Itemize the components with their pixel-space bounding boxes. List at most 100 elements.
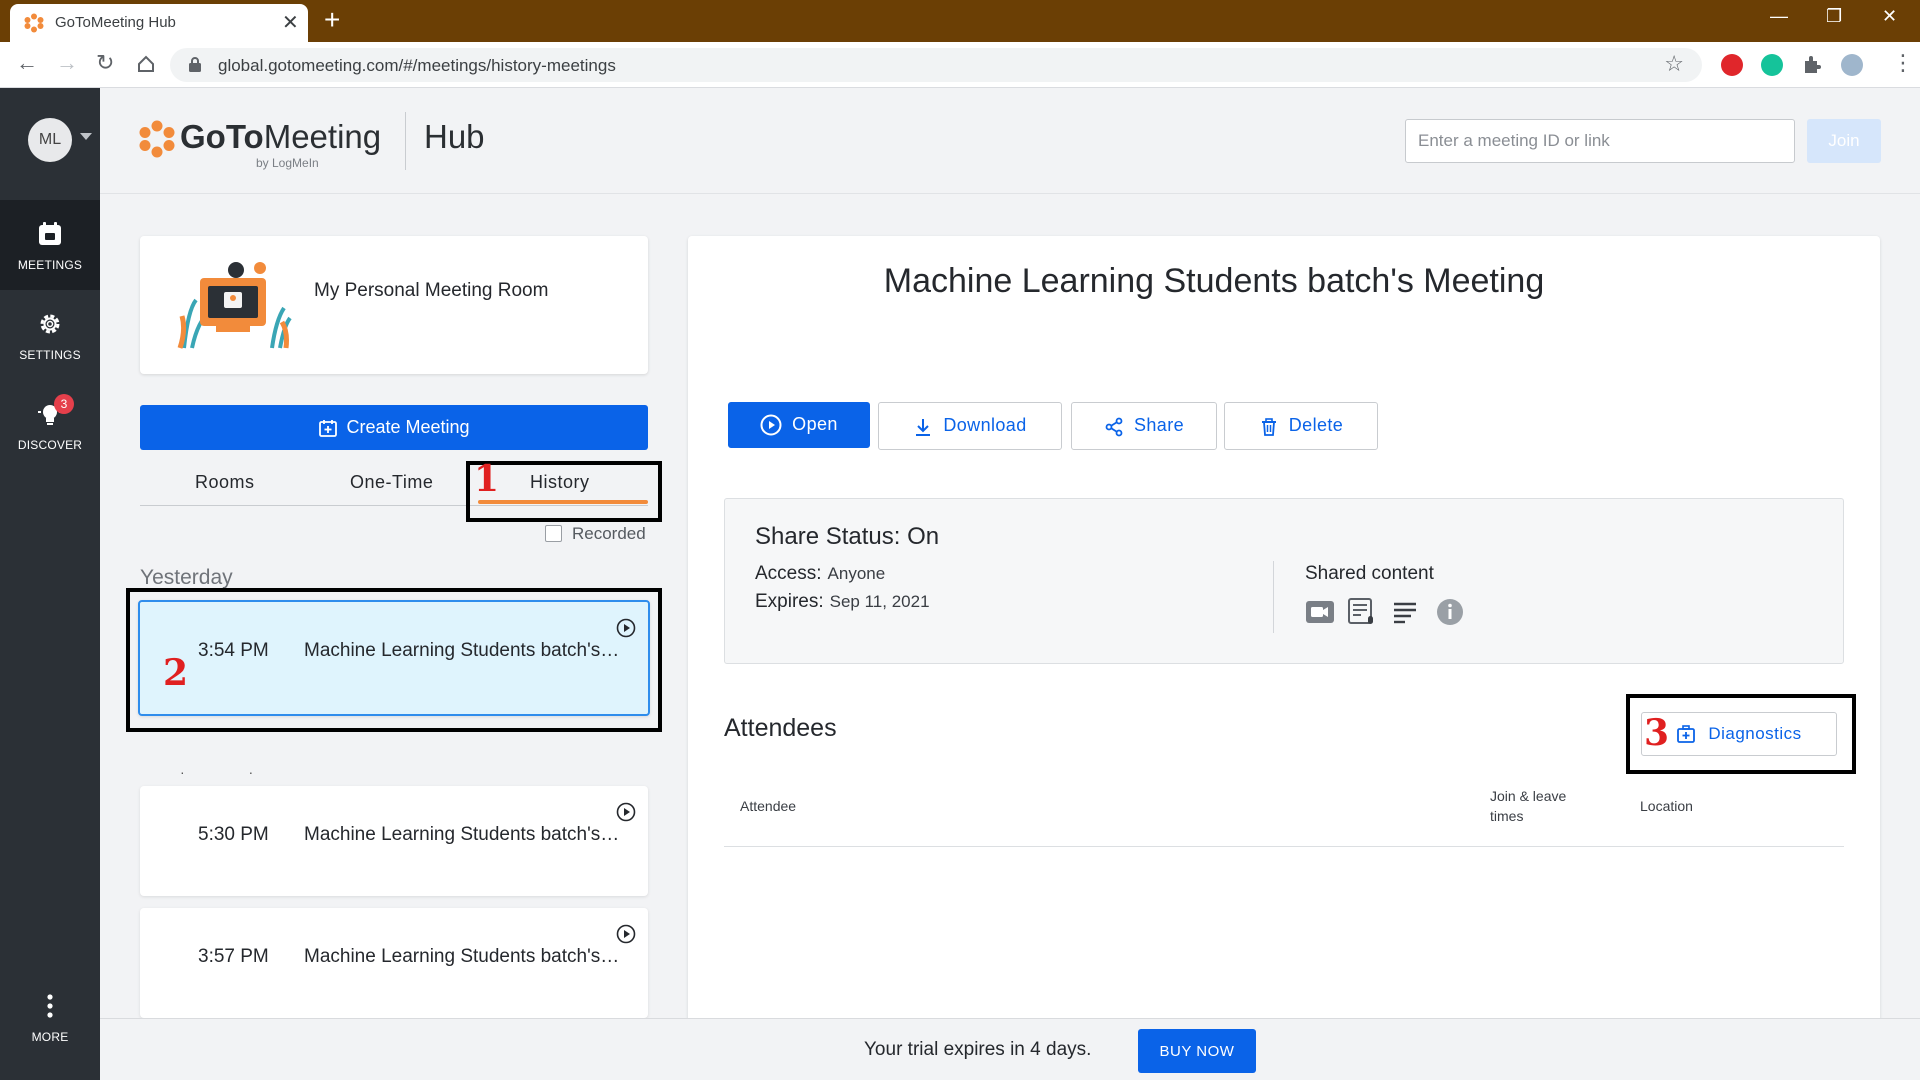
gotomeeting-favicon-icon [24,13,44,33]
video-icon[interactable] [1305,597,1335,627]
browser-menu-icon[interactable]: ⋮ [1892,50,1914,76]
home-icon[interactable] [136,54,156,74]
column-header-join-leave[interactable]: Join & leave times [1490,786,1566,826]
notes-icon[interactable] [1391,597,1421,627]
adblock-extension-icon[interactable] [1721,54,1743,76]
nav-label-settings: SETTINGS [19,348,81,362]
trial-message: Your trial expires in 4 days. [864,1039,1092,1060]
profile-avatar-icon[interactable] [1841,54,1863,76]
history-item-time: 5:30 PM [198,824,269,845]
left-nav: ML MEETINGS SETTINGS 3 DISCOVER MORE [0,88,100,1080]
minimize-icon[interactable]: — [1770,6,1788,27]
share-divider [1273,561,1274,633]
recorded-checkbox[interactable] [545,525,562,542]
join-button[interactable]: Join [1807,119,1881,163]
nav-item-settings[interactable]: SETTINGS [0,290,100,380]
personal-room-title: My Personal Meeting Room [314,280,549,301]
history-item-time: 3:57 PM [198,946,269,967]
tab-close-icon[interactable]: ✕ [282,10,299,35]
create-meeting-label: Create Meeting [346,416,470,437]
recording-play-icon[interactable] [616,924,636,944]
forward-icon[interactable]: → [56,50,78,76]
chevron-down-icon[interactable] [80,133,92,140]
calendar-icon [39,222,61,245]
expires-value: Sep 11, 2021 [829,592,930,611]
transcript-icon[interactable] [1347,597,1377,627]
browser-tab-strip: GoToMeeting Hub ✕ + — ❐ ✕ [0,0,1920,42]
personal-meeting-room-card[interactable]: My Personal Meeting Room [140,236,648,374]
share-button[interactable]: Share [1071,402,1217,450]
browser-toolbar: ← → ↻ global.gotomeeting.com/#/meetings/… [0,42,1920,88]
delete-button[interactable]: Delete [1224,402,1378,450]
annotation-number-1: 1 [474,458,500,500]
share-label: Share [1133,415,1185,436]
nav-item-meetings[interactable]: MEETINGS [0,200,100,290]
url-text: global.gotomeeting.com/#/meetings/histor… [218,56,616,75]
share-icon [1105,417,1123,437]
open-button[interactable]: Open [728,402,870,448]
column-header-attendee[interactable]: Attendee [740,796,796,816]
lock-icon [189,57,201,72]
nav-label-discover: DISCOVER [17,438,83,452]
meeting-id-input[interactable] [1405,119,1795,163]
meeting-title: Machine Learning Students batch's Meetin… [883,262,1545,300]
address-bar[interactable]: global.gotomeeting.com/#/meetings/histor… [170,48,1702,82]
share-status-box: Share Status: On Access: Anyone Expires: S… [724,498,1844,664]
browser-tab[interactable]: GoToMeeting Hub ✕ [10,4,308,42]
new-tab-icon[interactable]: + [324,4,340,36]
header-divider [405,112,406,170]
expires-label: Expires: [755,591,824,612]
join-leave-line-2: times [1490,808,1524,824]
gear-icon [40,314,60,334]
app-header: GoToMeeting by LogMeIn Hub Join [100,88,1920,194]
nav-label-meetings: MEETINGS [17,258,83,272]
info-icon[interactable] [1435,597,1465,627]
history-item[interactable]: 3:57 PM Machine Learning Students batch'… [140,908,648,1018]
create-meeting-button[interactable]: Create Meeting [140,405,648,450]
download-icon [916,418,931,436]
gotomeeting-logo-icon [139,120,175,158]
play-circle-icon [760,414,782,436]
tab-rooms[interactable]: Rooms [195,472,255,493]
logo-meeting: Meeting [263,118,382,155]
history-item[interactable]: 5:30 PM Machine Learning Students batch'… [140,786,648,896]
share-status: Share Status: On [755,523,940,550]
table-divider [724,846,1844,847]
reload-icon[interactable]: ↻ [96,50,114,76]
list-separator: · · [180,764,284,780]
back-icon[interactable]: ← [16,50,38,76]
recording-play-icon[interactable] [616,802,636,822]
discover-badge: 3 [54,394,74,414]
annotation-box-meeting [126,588,662,732]
expires-row: Expires: Sep 11, 2021 [755,591,930,613]
join-leave-line-1: Join & leave [1490,788,1567,804]
recorded-filter[interactable]: Recorded [545,524,646,544]
download-button[interactable]: Download [878,402,1062,450]
close-window-icon[interactable]: ✕ [1882,6,1897,27]
recorded-label: Recorded [572,524,646,543]
download-label: Download [943,415,1027,436]
access-value: Anyone [827,564,886,583]
bookmark-star-icon[interactable]: ☆ [1664,51,1684,77]
trash-icon [1261,417,1276,436]
logo-wordmark: GoToMeeting [180,118,381,156]
history-item-title: Machine Learning Students batch's Meetin… [304,946,624,967]
logo-byline: by LogMeIn [256,156,319,170]
meeting-room-illustration-icon [177,262,292,349]
avatar[interactable]: ML [28,118,72,162]
tab-one-time[interactable]: One-Time [350,472,433,493]
more-vertical-icon [47,994,53,1018]
grammarly-extension-icon[interactable] [1761,54,1783,76]
history-item-title: Machine Learning Students batch's Meetin… [304,824,624,845]
nav-item-more[interactable]: MORE [0,972,100,1062]
open-label: Open [792,413,838,434]
extensions-puzzle-icon[interactable] [1801,54,1823,76]
restore-icon[interactable]: ❐ [1826,6,1842,27]
access-row: Access: Anyone [755,563,885,585]
column-header-location[interactable]: Location [1640,796,1693,816]
browser-tab-title: GoToMeeting Hub [55,14,176,31]
buy-now-button[interactable]: BUY NOW [1138,1029,1256,1073]
nav-item-discover[interactable]: 3 DISCOVER [0,380,100,470]
meeting-detail-panel: Machine Learning Students batch's Meetin… [688,236,1880,1026]
section-label-yesterday: Yesterday [140,566,233,589]
